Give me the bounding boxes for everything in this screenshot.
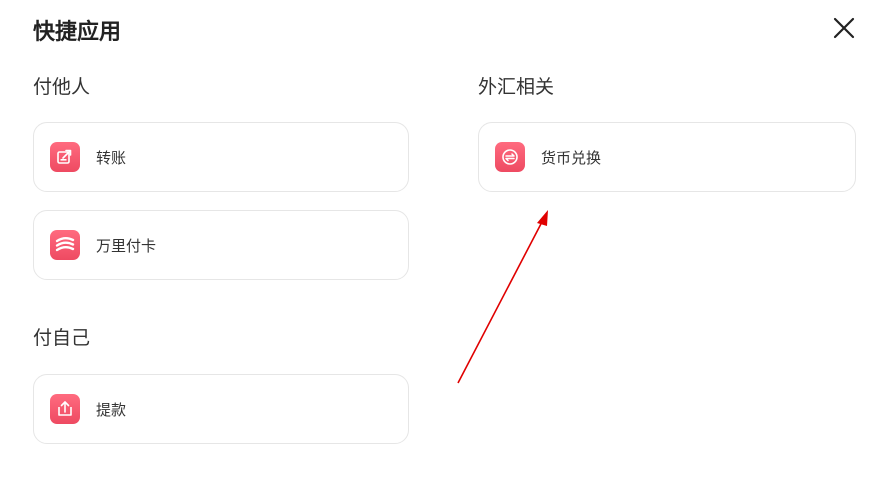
quick-apps-dialog: 快捷应用 付他人 转账 万里付卡 付自己 提款 外汇相关 货币兑换: [0, 0, 879, 487]
annotation-arrow: [457, 210, 548, 384]
